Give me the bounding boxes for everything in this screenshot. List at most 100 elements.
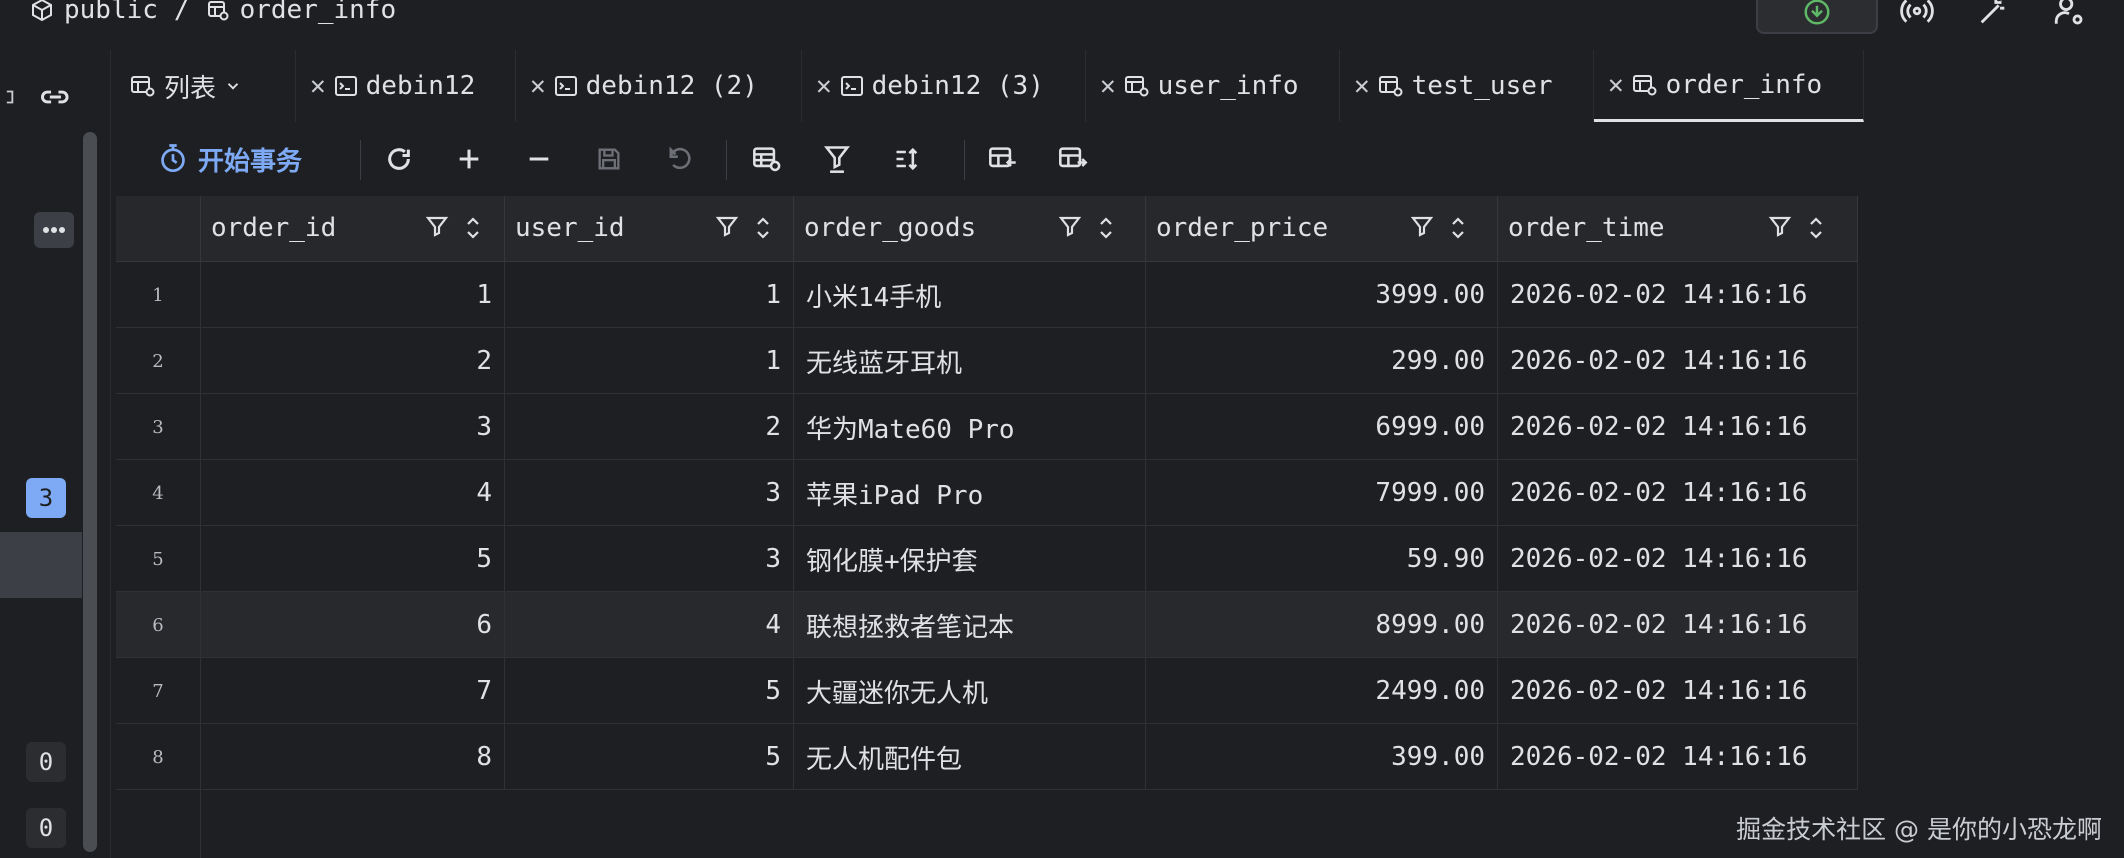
cell-order-id[interactable]: 3 (201, 394, 505, 460)
cell-order-goods[interactable]: 无人机配件包 (794, 724, 1146, 790)
column-filter-icon[interactable] (1768, 214, 1792, 242)
sort-toggle-icon[interactable] (1806, 214, 1826, 242)
cell-order-goods[interactable]: 无线蓝牙耳机 (794, 328, 1146, 394)
cell-order-id[interactable]: 4 (201, 460, 505, 526)
cell-order-id[interactable]: 8 (201, 724, 505, 790)
cell-order-id[interactable]: 6 (201, 592, 505, 658)
tab-label: debin12 (365, 71, 476, 101)
user-settings-icon[interactable] (2052, 0, 2086, 28)
refresh-icon[interactable] (382, 142, 416, 176)
cell-order-price[interactable]: 2499.00 (1146, 658, 1498, 724)
column-header-order-goods[interactable]: order_goods (794, 196, 1146, 262)
cell-order-id[interactable]: 7 (201, 658, 505, 724)
more-options-button[interactable] (34, 212, 74, 248)
cell-order-price[interactable]: 3999.00 (1146, 262, 1498, 328)
cell-order-goods[interactable]: 大疆迷你无人机 (794, 658, 1146, 724)
broadcast-icon[interactable] (1900, 0, 1934, 28)
cell-order-time[interactable]: 2026-02-02 14:16:16 (1498, 262, 1858, 328)
column-header-order-price[interactable]: order_price (1146, 196, 1498, 262)
link-icon[interactable] (40, 82, 72, 112)
close-icon[interactable]: ✕ (1100, 71, 1116, 101)
table-row[interactable]: 4 4 3 苹果iPad Pro 7999.00 2026-02-02 14:1… (116, 460, 1858, 526)
column-filter-icon[interactable] (425, 214, 449, 242)
cell-order-price[interactable]: 299.00 (1146, 328, 1498, 394)
column-header-user-id[interactable]: user_id (505, 196, 794, 262)
cell-user-id[interactable]: 4 (505, 592, 794, 658)
cell-order-price[interactable]: 7999.00 (1146, 460, 1498, 526)
sidebar-badge-b[interactable]: 0 (26, 808, 66, 848)
table-row[interactable]: 2 2 1 无线蓝牙耳机 299.00 2026-02-02 14:16:16 (116, 328, 1858, 394)
sort-toggle-icon[interactable] (1448, 214, 1468, 242)
tab-debin12[interactable]: ✕ debin12 (296, 50, 516, 122)
cell-order-time[interactable]: 2026-02-02 14:16:16 (1498, 394, 1858, 460)
import-icon[interactable] (986, 142, 1020, 176)
table-row[interactable]: 1 1 1 小米14手机 3999.00 2026-02-02 14:16:16 (116, 262, 1858, 328)
run-button[interactable] (1756, 0, 1878, 34)
cell-order-price[interactable]: 399.00 (1146, 724, 1498, 790)
cell-order-time[interactable]: 2026-02-02 14:16:16 (1498, 592, 1858, 658)
cell-order-time[interactable]: 2026-02-02 14:16:16 (1498, 328, 1858, 394)
sort-toggle-icon[interactable] (753, 214, 773, 242)
cell-order-goods[interactable]: 苹果iPad Pro (794, 460, 1146, 526)
close-icon[interactable]: ✕ (310, 71, 326, 101)
filter-icon[interactable] (820, 142, 854, 176)
sidebar-selected-row[interactable] (0, 532, 82, 598)
tab-test-user[interactable]: ✕ test_user (1340, 50, 1594, 122)
begin-transaction-button[interactable]: 开始事务 (158, 140, 302, 178)
table-row[interactable]: 5 5 3 钢化膜+保护套 59.90 2026-02-02 14:16:16 (116, 526, 1858, 592)
cell-order-price[interactable]: 6999.00 (1146, 394, 1498, 460)
column-filter-icon[interactable] (1410, 214, 1434, 242)
close-icon[interactable]: ✕ (530, 71, 546, 101)
cell-order-id[interactable]: 2 (201, 328, 505, 394)
column-filter-icon[interactable] (1058, 214, 1082, 242)
cell-user-id[interactable]: 3 (505, 526, 794, 592)
breadcrumb-schema[interactable]: public (64, 0, 158, 25)
cell-order-id[interactable]: 1 (201, 262, 505, 328)
cell-order-goods[interactable]: 华为Mate60 Pro (794, 394, 1146, 460)
tab-debin12-3[interactable]: ✕ debin12 (3) (802, 50, 1086, 122)
table-row[interactable]: 8 8 5 无人机配件包 399.00 2026-02-02 14:16:16 (116, 724, 1858, 790)
table-view-icon[interactable] (750, 142, 784, 176)
table-row-highlighted[interactable]: 6 6 4 联想拯救者笔记本 8999.00 2026-02-02 14:16:… (116, 592, 1858, 658)
magic-wand-icon[interactable] (1976, 0, 2010, 28)
close-icon[interactable]: ✕ (1608, 70, 1624, 100)
sort-toggle-icon[interactable] (1096, 214, 1116, 242)
cell-order-time[interactable]: 2026-02-02 14:16:16 (1498, 526, 1858, 592)
export-icon[interactable] (1056, 142, 1090, 176)
add-row-icon[interactable] (452, 142, 486, 176)
table-row[interactable]: 3 3 2 华为Mate60 Pro 6999.00 2026-02-02 14… (116, 394, 1858, 460)
cell-user-id[interactable]: 1 (505, 328, 794, 394)
close-icon[interactable]: ✕ (816, 71, 832, 101)
cell-user-id[interactable]: 5 (505, 724, 794, 790)
sidebar-scrollbar[interactable] (83, 132, 97, 852)
breadcrumb-table[interactable]: order_info (240, 0, 397, 25)
cell-order-goods[interactable]: 联想拯救者笔记本 (794, 592, 1146, 658)
cell-user-id[interactable]: 5 (505, 658, 794, 724)
cell-user-id[interactable]: 3 (505, 460, 794, 526)
column-filter-icon[interactable] (715, 214, 739, 242)
cell-order-time[interactable]: 2026-02-02 14:16:16 (1498, 724, 1858, 790)
sidebar-sync-icon[interactable] (0, 86, 16, 108)
delete-row-icon[interactable] (522, 142, 556, 176)
cell-order-time[interactable]: 2026-02-02 14:16:16 (1498, 460, 1858, 526)
cell-order-time[interactable]: 2026-02-02 14:16:16 (1498, 658, 1858, 724)
cell-user-id[interactable]: 2 (505, 394, 794, 460)
sort-icon[interactable] (890, 142, 924, 176)
tab-user-info[interactable]: ✕ user_info (1086, 50, 1340, 122)
close-icon[interactable]: ✕ (1354, 71, 1370, 101)
cell-order-price[interactable]: 8999.00 (1146, 592, 1498, 658)
column-header-order-time[interactable]: order_time (1498, 196, 1858, 262)
cell-order-goods[interactable]: 小米14手机 (794, 262, 1146, 328)
sidebar-badge-a[interactable]: 0 (26, 742, 66, 782)
tab-order-info[interactable]: ✕ order_info (1594, 50, 1864, 122)
cell-user-id[interactable]: 1 (505, 262, 794, 328)
table-row[interactable]: 7 7 5 大疆迷你无人机 2499.00 2026-02-02 14:16:1… (116, 658, 1858, 724)
tab-list[interactable]: 列表 (116, 50, 296, 122)
cell-order-price[interactable]: 59.90 (1146, 526, 1498, 592)
sidebar-badge-active[interactable]: 3 (26, 478, 66, 518)
cell-order-id[interactable]: 5 (201, 526, 505, 592)
cell-order-goods[interactable]: 钢化膜+保护套 (794, 526, 1146, 592)
tab-debin12-2[interactable]: ✕ debin12 (2) (516, 50, 802, 122)
sort-toggle-icon[interactable] (463, 214, 483, 242)
column-header-order-id[interactable]: order_id (201, 196, 505, 262)
